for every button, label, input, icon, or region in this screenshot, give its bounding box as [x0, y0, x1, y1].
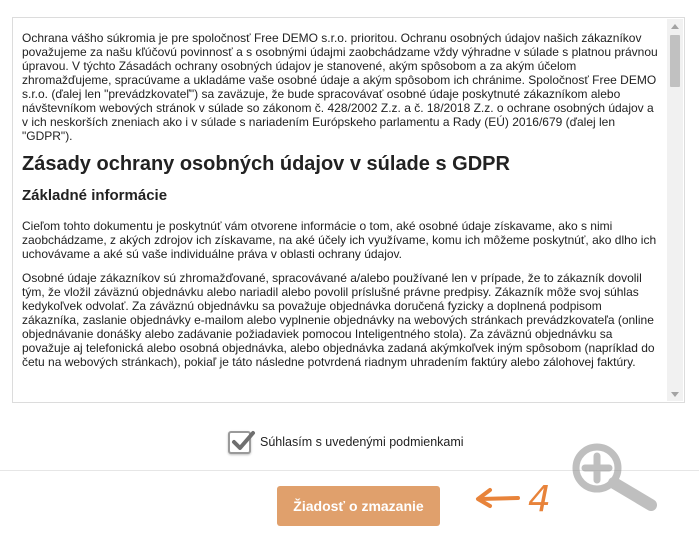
- terms-paragraph-1: Cieľom tohto dokumentu je poskytnúť vám …: [22, 219, 657, 261]
- scroll-up-arrow-icon[interactable]: [667, 19, 683, 33]
- terms-scrollbar[interactable]: [667, 19, 683, 401]
- consent-row[interactable]: Súhlasím s uvedenými podmienkami: [228, 428, 464, 456]
- arrow-left-icon: [476, 488, 520, 508]
- scroll-thumb[interactable]: [670, 35, 680, 87]
- terms-paragraph-2: Osobné údaje zákazníkov sú zhromažďované…: [22, 271, 655, 369]
- consent-label[interactable]: Súhlasím s uvedenými podmienkami: [260, 435, 464, 449]
- annotation-step-number: 4: [528, 479, 551, 520]
- zoom-in-icon[interactable]: [569, 441, 661, 513]
- scroll-down-arrow-icon[interactable]: [667, 387, 683, 401]
- terms-content: Ochrana vášho súkromia je pre spoločnosť…: [14, 19, 667, 401]
- terms-intro: Ochrana vášho súkromia je pre spoločnosť…: [22, 31, 658, 143]
- delete-request-button[interactable]: Žiadosť o zmazanie: [277, 486, 440, 526]
- terms-heading: Zásady ochrany osobných údajov v súlade …: [22, 153, 510, 175]
- checkmark-icon: [232, 430, 255, 450]
- terms-subheading: Základné informácie: [22, 187, 168, 204]
- consent-checkbox[interactable]: [228, 430, 255, 454]
- terms-panel[interactable]: Ochrana vášho súkromia je pre spoločnosť…: [12, 17, 685, 403]
